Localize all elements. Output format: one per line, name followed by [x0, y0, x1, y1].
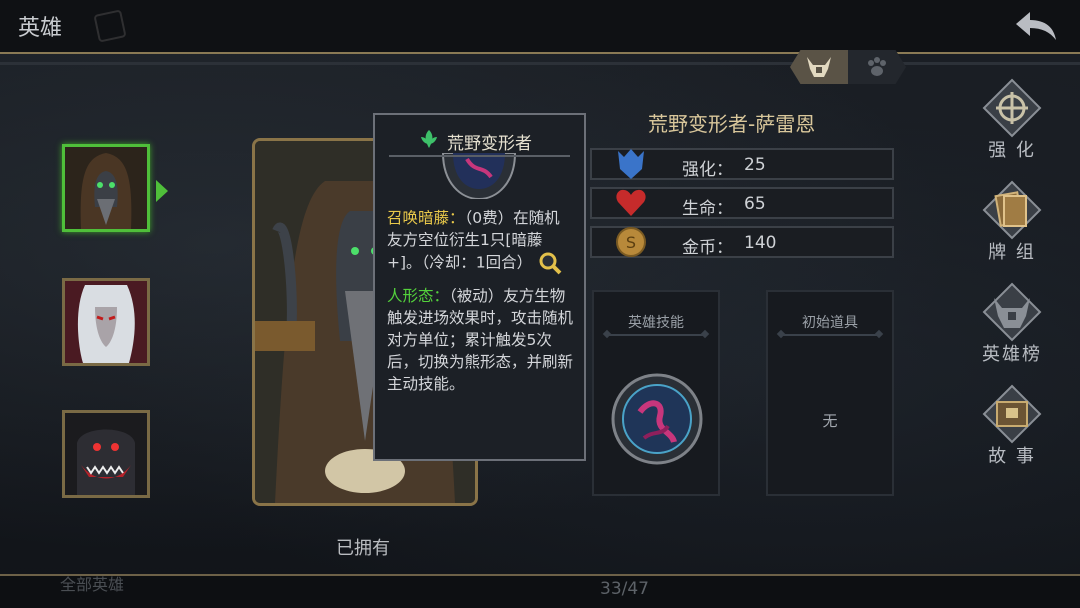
stat-value: 25: [744, 155, 766, 175]
hero-form-tabs: [786, 50, 910, 84]
upgrade-icon: [982, 78, 1042, 138]
leaf-icon: [421, 130, 437, 148]
dice-icon[interactable]: [93, 9, 127, 43]
heart-icon: [616, 189, 646, 216]
hero-skill-icon[interactable]: [610, 372, 704, 466]
skill-passive-name: 人形态：: [387, 287, 450, 305]
hooded-druid-icon: [65, 147, 147, 229]
tooltip-body: 召唤暗藤：（0费）在随机友方空位衍生1只[暗藤+]。（冷却：1回合） 人形态：（…: [387, 207, 575, 405]
tab-bear[interactable]: [848, 50, 906, 84]
hero-skill-title: 英雄技能: [628, 315, 684, 331]
stat-label: 生命：: [682, 199, 733, 219]
demon-beast-icon: [65, 413, 147, 495]
menu-deck[interactable]: 牌 组: [972, 180, 1052, 270]
hero-list-label: 全部英雄: [60, 575, 125, 594]
tooltip-header: 荒野变形者: [375, 115, 584, 159]
hero-skill-panel: 英雄技能: [592, 290, 720, 496]
menu-label: 故 事: [988, 446, 1036, 467]
top-bar: 英雄: [0, 0, 1080, 52]
menu-leaderboard[interactable]: 英雄榜: [972, 282, 1052, 372]
hero-portrait[interactable]: [62, 410, 150, 498]
pale-vampire-icon: [65, 281, 147, 363]
hero-portrait[interactable]: [62, 278, 150, 366]
stat-value: 140: [744, 233, 777, 253]
tooltip-title: 荒野变形者: [447, 134, 532, 154]
book-icon: [982, 384, 1042, 444]
stat-gold: S 金币： 140: [590, 226, 894, 258]
menu-story[interactable]: 故 事: [972, 384, 1052, 474]
page-counter: 33/47: [600, 579, 649, 599]
skill-passive: 人形态：（被动）友方生物触发进场效果时，攻击随机对方单位；累计触发5次后，切换为…: [387, 285, 575, 395]
shield-icon: [618, 149, 644, 179]
top-divider-secondary: [0, 62, 1080, 65]
top-divider: [0, 52, 1080, 54]
deck-icon: [982, 180, 1042, 240]
selection-arrow-icon: [156, 180, 168, 202]
panel-divider: [782, 334, 878, 336]
stat-health: 生命： 65: [590, 187, 894, 219]
skill-orb-icon: [441, 153, 517, 199]
owned-status: 已拥有: [336, 538, 390, 559]
panel-divider: [608, 334, 704, 336]
starting-item-value: 无: [822, 412, 838, 430]
hero-name: 荒野变形者-萨雷恩: [648, 112, 816, 136]
hero-portrait-selected[interactable]: [62, 144, 150, 232]
bottom-bar: [0, 576, 1080, 608]
starting-item-panel: 初始道具 无: [766, 290, 894, 496]
stat-upgrade: 强化： 25: [590, 148, 894, 180]
skill-active-name: 召唤暗藤：: [387, 209, 465, 227]
back-icon[interactable]: [1012, 8, 1060, 44]
helmet-icon: [982, 282, 1042, 342]
skill-active: 召唤暗藤：（0费）在随机友方空位衍生1只[暗藤+]。（冷却：1回合）: [387, 207, 575, 275]
stat-value: 65: [744, 194, 766, 214]
menu-label: 英雄榜: [982, 344, 1042, 365]
skill-tooltip: 荒野变形者 召唤暗藤：（0费）在随机友方空位衍生1只[暗藤+]。（冷却：1回合）…: [373, 113, 586, 461]
horned-helmet-icon: [807, 57, 831, 77]
menu-label: 强 化: [988, 140, 1036, 161]
paw-icon: [868, 57, 886, 76]
menu-label: 牌 组: [988, 242, 1036, 263]
coin-icon: S: [616, 227, 646, 257]
magnifier-icon[interactable]: [538, 251, 562, 275]
tooltip-divider: [389, 155, 570, 157]
menu-upgrade[interactable]: 强 化: [972, 78, 1052, 168]
tab-humanoid[interactable]: [790, 50, 848, 84]
page-title: 英雄: [18, 16, 63, 41]
svg-text:S: S: [626, 233, 636, 252]
starting-item-title: 初始道具: [802, 315, 858, 331]
stat-label: 金币：: [682, 238, 733, 258]
stat-label: 强化：: [682, 160, 733, 180]
